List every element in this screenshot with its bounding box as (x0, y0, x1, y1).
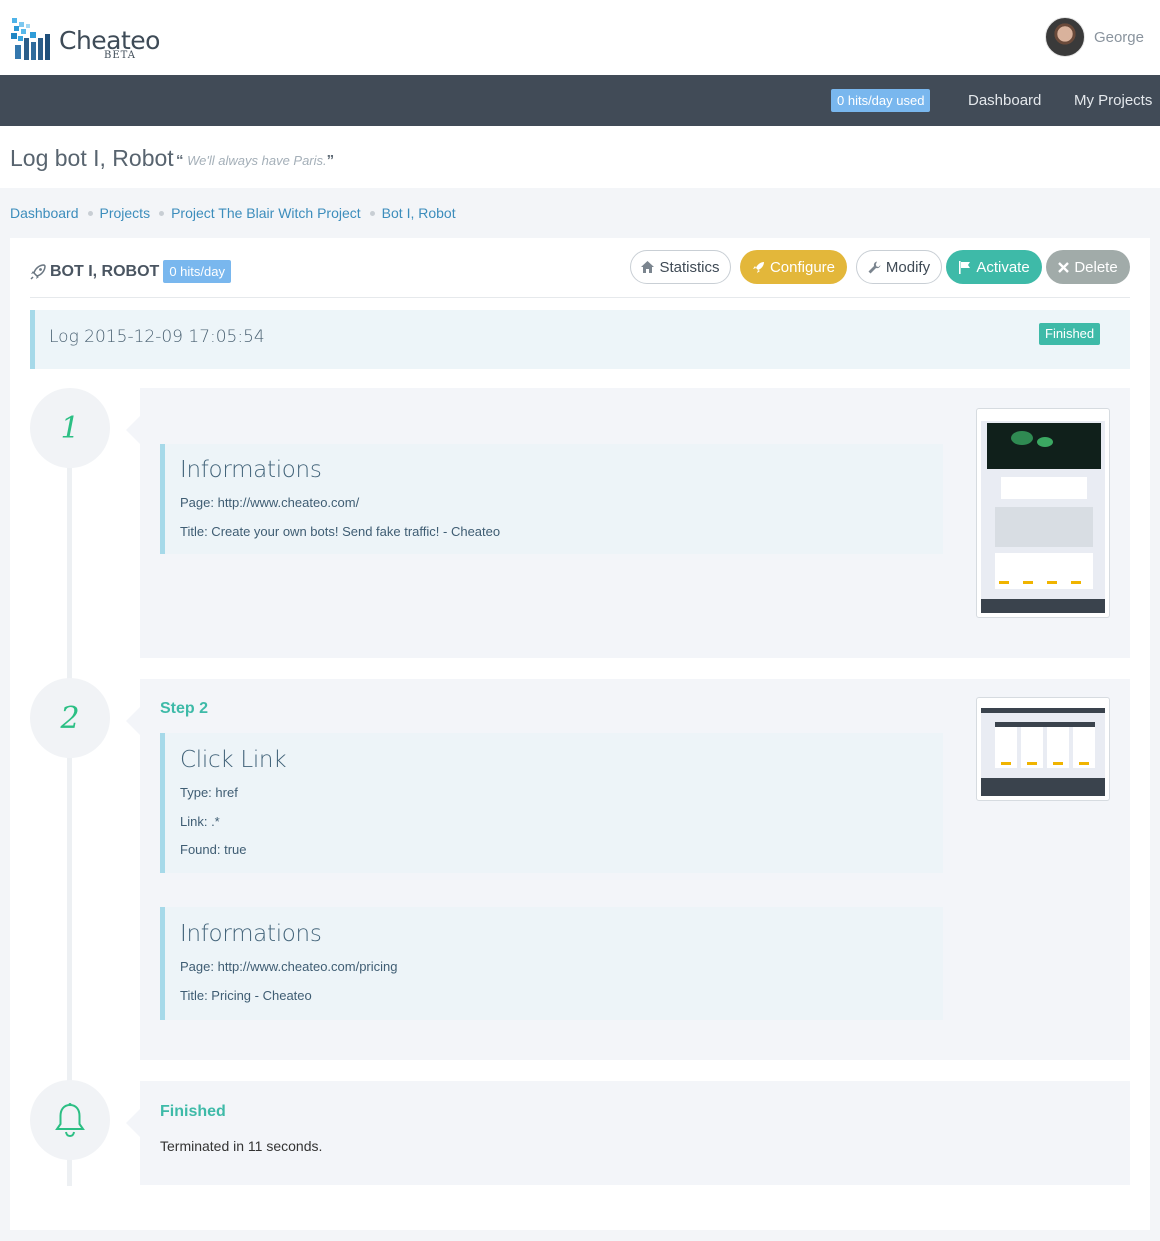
page-header: Log bot I, Robot “ We'll always have Par… (0, 126, 1160, 188)
nav-my-projects[interactable]: My Projects (1074, 92, 1152, 109)
breadcrumb-separator (159, 210, 165, 216)
avatar[interactable] (1044, 17, 1085, 57)
header-divider (30, 297, 1130, 298)
quote-text: We'll always have Paris. (187, 153, 327, 168)
finished-title: Finished (160, 1103, 226, 1120)
delete-button[interactable]: Delete (1046, 250, 1130, 284)
step-2-informations: Informations Page: http://www.cheateo.co… (160, 907, 943, 1020)
step-2-card: Step 2 Click Link Type: href Link: .* Fo… (126, 679, 1130, 1060)
step-1-screenshot[interactable] (976, 408, 1110, 618)
wrench-icon (868, 261, 881, 273)
info-title: Informations (180, 457, 322, 483)
breadcrumb: Dashboard Projects Project The Blair Witch… (10, 205, 456, 221)
logo-mark-icon (11, 18, 50, 60)
log-header: Log 2015-12-09 17:05:54 Finished (30, 310, 1130, 369)
screenshot-image (981, 413, 1105, 613)
step-1-informations: Informations Page: http://www.cheateo.co… (160, 444, 943, 554)
rocket-icon (30, 263, 46, 280)
card-arrow (126, 416, 140, 444)
activate-label: Activate (976, 258, 1030, 276)
card-arrow (126, 1109, 140, 1137)
close-icon (1058, 261, 1070, 273)
finished-card: Finished Terminated in 11 seconds. (126, 1081, 1130, 1185)
status-badge: Finished (1039, 323, 1101, 345)
timeline-line (67, 413, 72, 1186)
quote-open-icon: “ (176, 152, 184, 169)
info-page: Page: http://www.cheateo.com/pricing (180, 959, 398, 974)
action-link: Link: .* (180, 814, 220, 829)
brand-tag: BETA (104, 50, 136, 61)
step-2-screenshot[interactable] (976, 697, 1110, 801)
action-type: Type: href (180, 785, 238, 800)
page-quote: “ We'll always have Paris.” (176, 152, 334, 169)
click-link-action: Click Link Type: href Link: .* Found: tr… (160, 733, 943, 873)
step-2-marker: 2 (30, 678, 110, 758)
configure-button[interactable]: Configure (740, 250, 847, 284)
page-title: Log bot I, Robot (10, 145, 174, 171)
cheateo-logo[interactable]: Cheateo BETA (10, 14, 170, 64)
breadcrumb-dashboard[interactable]: Dashboard (10, 205, 79, 221)
bell-icon (55, 1103, 85, 1138)
statistics-label: Statistics (659, 258, 720, 276)
breadcrumb-separator (369, 210, 375, 216)
modify-label: Modify (885, 258, 931, 276)
home-icon (641, 261, 655, 273)
breadcrumb-project[interactable]: Project The Blair Witch Project (171, 205, 361, 221)
step-1-card: Informations Page: http://www.cheateo.co… (126, 388, 1130, 658)
log-title: Log 2015-12-09 17:05:54 (49, 327, 265, 347)
rocket-icon (752, 261, 764, 273)
screenshot-image (981, 702, 1105, 796)
activate-button[interactable]: Activate (946, 250, 1042, 284)
hits-used-badge: 0 hits/day used (831, 89, 931, 112)
finished-marker (30, 1080, 110, 1160)
info-page-title: Title: Pricing - Cheateo (180, 988, 312, 1003)
step-number: 1 (60, 410, 80, 446)
main-navbar: 0 hits/day used Dashboard My Projects (0, 75, 1160, 126)
user-menu[interactable]: George (1044, 17, 1144, 57)
finished-text: Terminated in 11 seconds. (160, 1138, 323, 1154)
card-arrow (126, 707, 140, 735)
action-found: Found: true (180, 842, 247, 857)
bot-name: BOT I, ROBOT (50, 262, 160, 280)
nav-dashboard[interactable]: Dashboard (968, 92, 1041, 109)
bot-hits-badge: 0 hits/day (163, 260, 231, 283)
modify-button[interactable]: Modify (856, 250, 942, 284)
info-title: Informations (180, 921, 322, 947)
step-1-marker: 1 (30, 388, 110, 468)
configure-label: Configure (769, 258, 836, 276)
step-2-title: Step 2 (160, 700, 209, 717)
breadcrumb-bot[interactable]: Bot I, Robot (382, 205, 456, 221)
user-name[interactable]: George (1094, 29, 1144, 46)
delete-label: Delete (1074, 258, 1118, 276)
flag-icon (959, 260, 971, 274)
bot-heading: BOT I, ROBOT 0 hits/day (29, 260, 231, 283)
step-number: 2 (60, 700, 80, 736)
statistics-button[interactable]: Statistics (630, 250, 731, 284)
breadcrumb-separator (87, 210, 93, 216)
action-title: Click Link (180, 747, 287, 773)
bot-log-panel: BOT I, ROBOT 0 hits/day Statistics Confi… (10, 238, 1150, 1230)
quote-close-icon: ” (326, 152, 335, 169)
top-header: Cheateo BETA George (0, 0, 1160, 75)
breadcrumb-projects[interactable]: Projects (100, 205, 151, 221)
info-page: Page: http://www.cheateo.com/ (180, 495, 360, 510)
info-page-title: Title: Create your own bots! Send fake t… (180, 524, 501, 539)
